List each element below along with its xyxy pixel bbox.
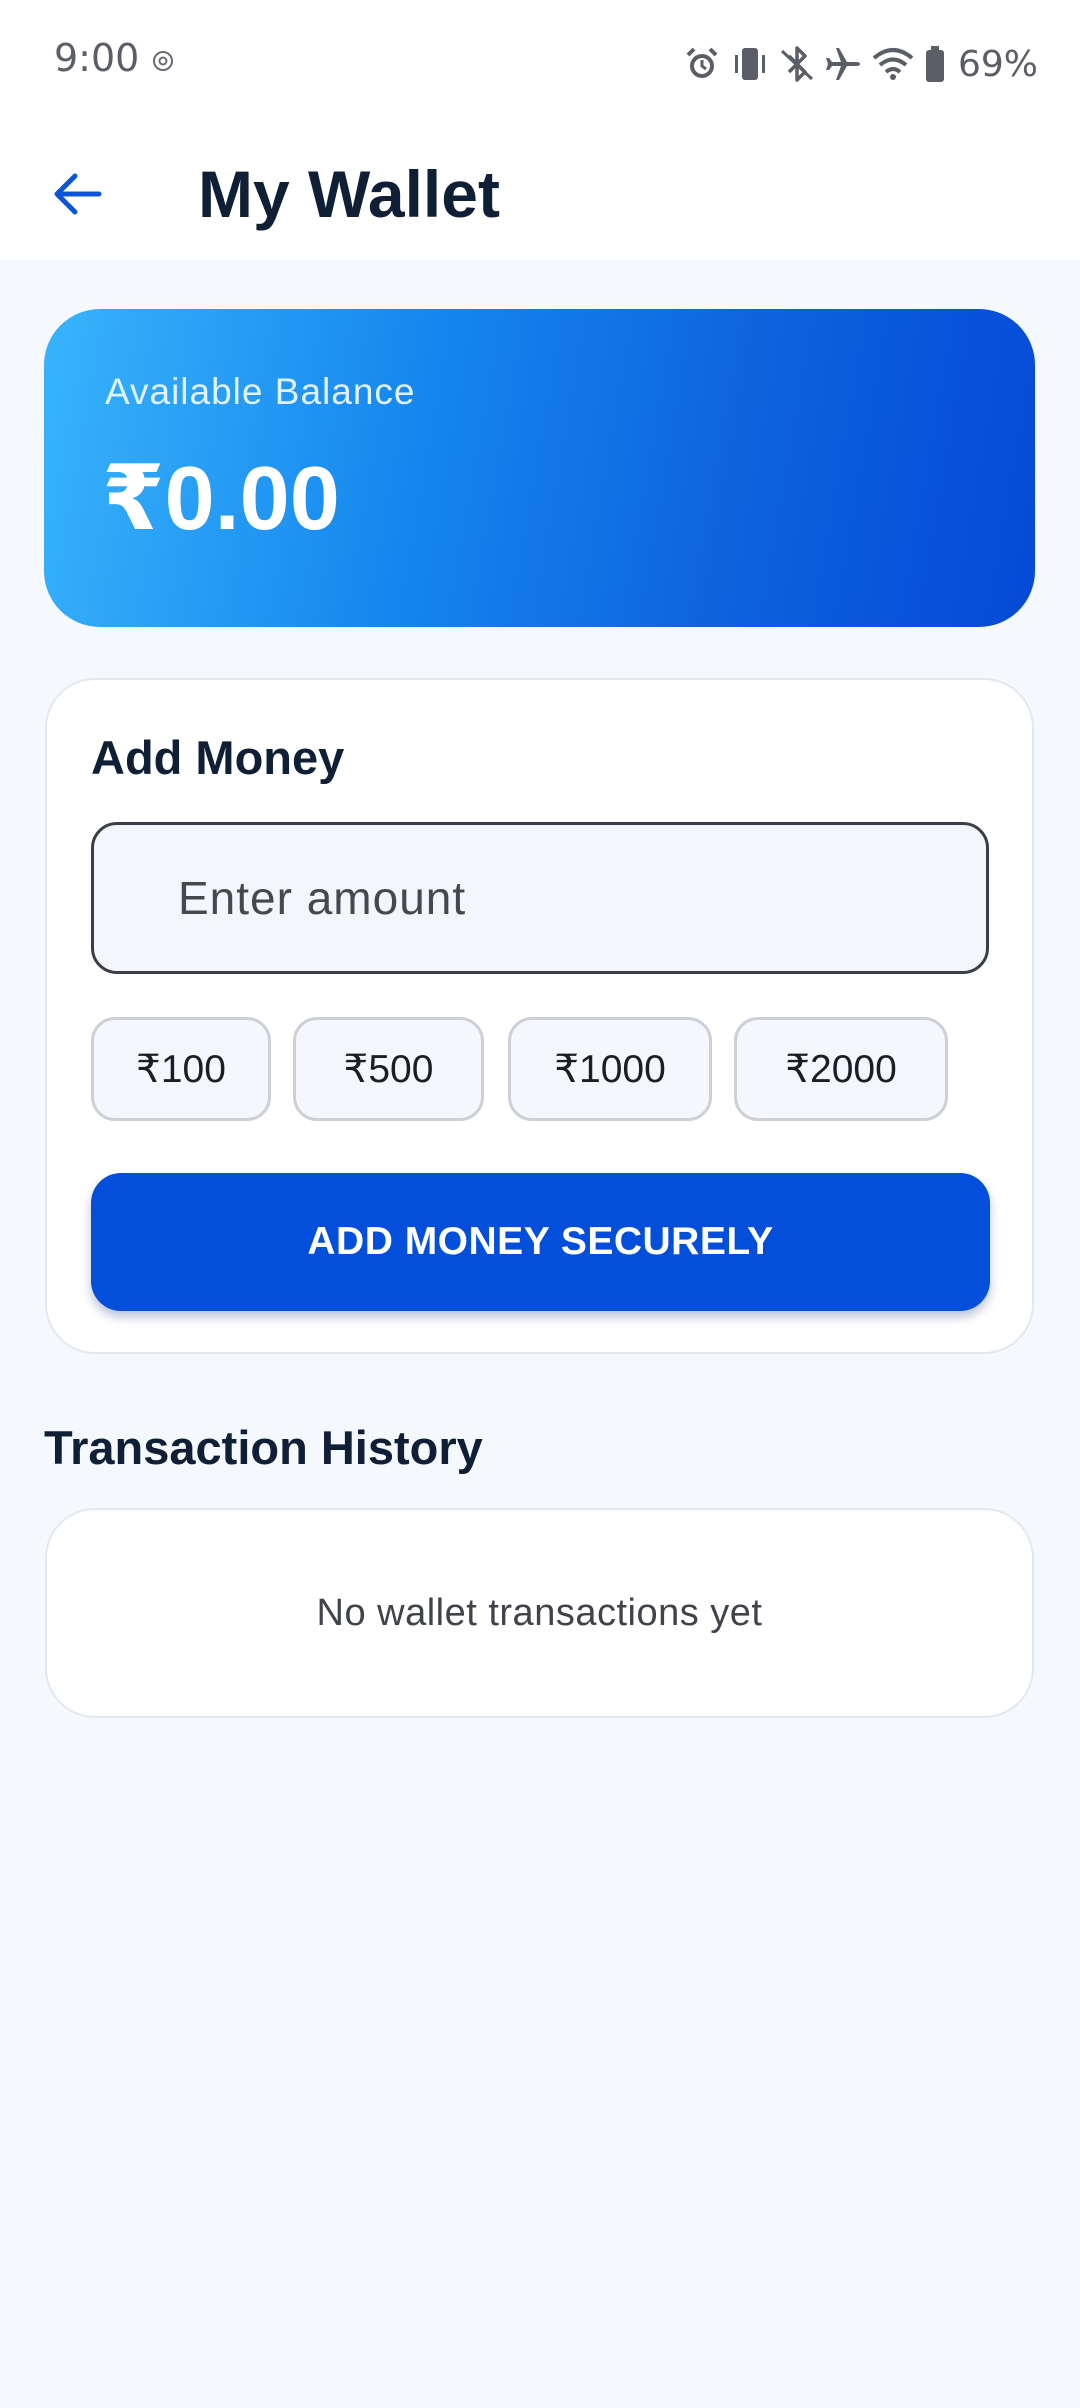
add-money-card: Add Money ₹100 ₹500 ₹1000 ₹2000 ADD MONE… [45,678,1034,1354]
add-money-title: Add Money [91,731,345,784]
balance-value: ₹0.00 [102,449,340,549]
balance-label: Available Balance [105,371,416,412]
battery-percent: 69% [957,43,1038,85]
at-icon [153,51,173,71]
alarm-icon [686,47,718,78]
quick-amount-chip[interactable]: ₹500 [293,1017,484,1121]
battery-icon [925,46,944,82]
back-button[interactable] [36,152,120,236]
page-title: My Wallet [198,157,500,231]
add-money-button[interactable]: ADD MONEY SECURELY [91,1173,990,1311]
airplane-mode-icon [825,48,860,80]
quick-amount-chip[interactable]: ₹100 [91,1017,271,1121]
app-bar: My Wallet [0,128,1080,260]
transaction-history-title: Transaction History [44,1421,483,1474]
status-bar: 9:00 69% [0,0,1080,128]
quick-amount-chip[interactable]: ₹1000 [508,1017,712,1121]
wifi-icon [872,48,914,80]
arrow-left-icon [54,173,102,215]
transaction-history-card: No wallet transactions yet [45,1508,1034,1718]
status-time: 9:00 [54,36,140,80]
empty-state-message: No wallet transactions yet [316,1591,763,1634]
balance-card: Available Balance ₹0.00 [44,309,1035,627]
status-icons: 69% [684,40,1038,88]
quick-amount-chip[interactable]: ₹2000 [734,1017,948,1121]
vibrate-icon [734,48,765,80]
bluetooth-icon [780,46,814,82]
amount-input[interactable] [91,822,989,974]
